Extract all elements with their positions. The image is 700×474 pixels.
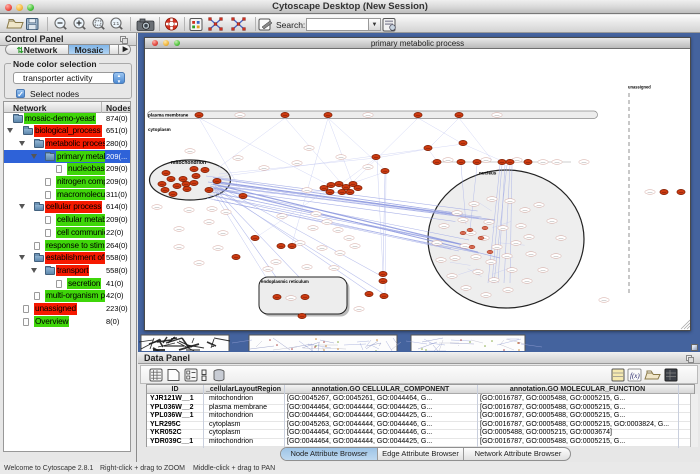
svg-text:cytoplasm: cytoplasm [148, 127, 171, 132]
svg-text:mitochondrion: mitochondrion [171, 160, 206, 166]
svg-text:1:1: 1:1 [113, 21, 120, 26]
svg-text:f(x): f(x) [630, 372, 640, 380]
svg-text:nucleus: nucleus [479, 171, 497, 176]
svg-text:endoplasmic reticulum: endoplasmic reticulum [261, 279, 309, 284]
svg-text:unassigned: unassigned [628, 85, 651, 90]
svg-text:plasma membrane: plasma membrane [148, 113, 189, 118]
